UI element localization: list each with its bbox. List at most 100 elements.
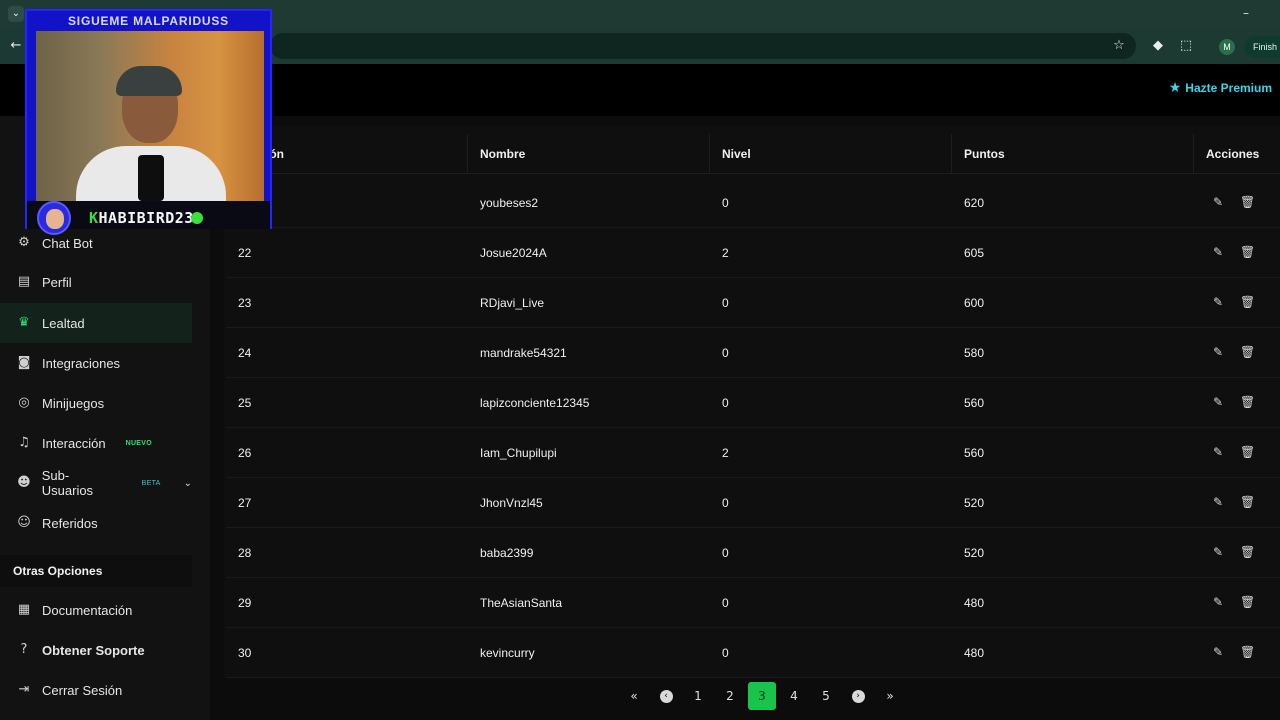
level-cell: 2 (722, 246, 729, 260)
column-divider (1193, 134, 1194, 174)
sidebar-item-label: Documentación (42, 602, 133, 618)
sidebar-item-label: Perfil (42, 274, 72, 290)
sidebar-item-soporte[interactable]: ? Obtener Soporte (0, 630, 192, 670)
minimize-button[interactable]: – (1236, 6, 1256, 22)
logout-icon: ⇥ (18, 682, 30, 697)
edit-pencil-icon[interactable]: ✎ (1211, 445, 1225, 459)
page-button-4[interactable]: 4 (780, 682, 808, 710)
edit-pencil-icon[interactable]: ✎ (1211, 245, 1225, 259)
page-button-2[interactable]: 2 (716, 682, 744, 710)
sidebar-item-label: Chat Bot (42, 235, 93, 251)
users-icon: ☻ (17, 475, 31, 490)
column-header-actions: Acciones (1206, 147, 1260, 161)
page-button-5[interactable]: 5 (812, 682, 840, 710)
address-bar[interactable] (270, 33, 1136, 59)
points-cell: 520 (964, 496, 985, 510)
sidebar-item-cerrar-sesion[interactable]: ⇥ Cerrar Sesión (0, 670, 192, 710)
robot-icon: ⚙ (18, 235, 30, 250)
webcam-video (36, 31, 264, 201)
page-button-3[interactable]: 3 (748, 682, 776, 710)
edit-pencil-icon[interactable]: ✎ (1211, 395, 1225, 409)
sidebar-item-interaccion[interactable]: ♫ Interacción NUEVO (0, 423, 192, 463)
webcam-cap (116, 66, 182, 96)
position-cell: 29 (238, 596, 252, 610)
user-friends-icon: ☺ (17, 515, 31, 530)
column-header-name[interactable]: Nombre (480, 147, 525, 161)
extensions-puzzle-icon[interactable]: ⬚ (1178, 38, 1194, 54)
streamer-name: KHABIBIRD23 (89, 209, 194, 227)
level-cell: 0 (722, 546, 729, 560)
extension-diamond-icon[interactable]: ◆ (1150, 38, 1166, 54)
delete-trash-icon[interactable]: 🗑 (1240, 545, 1255, 559)
name-cell: RDjavi_Live (480, 296, 545, 310)
table-row: 28 baba2399 0 520 ✎ 🗑 (226, 528, 1280, 578)
name-cell: baba2399 (480, 546, 534, 560)
sidebar-item-chat-bot[interactable]: ⚙ Chat Bot (0, 223, 192, 263)
points-cell: 560 (964, 396, 985, 410)
kick-logo-letter: K (89, 209, 99, 227)
level-cell: 0 (722, 646, 729, 660)
sidebar-item-label: Interacción (42, 435, 106, 451)
column-header-level[interactable]: Nivel (722, 147, 751, 161)
delete-trash-icon[interactable]: 🗑 (1240, 345, 1255, 359)
chevron-right-icon: › (851, 689, 865, 703)
chevron-down-icon[interactable]: ⌄ (184, 478, 192, 489)
delete-trash-icon[interactable]: 🗑 (1240, 645, 1255, 659)
edit-pencil-icon[interactable]: ✎ (1211, 295, 1225, 309)
table-row: 30 kevincurry 0 480 ✎ 🗑 (226, 628, 1280, 678)
finish-update-button[interactable]: Finish u (1244, 36, 1280, 58)
sidebar-item-documentacion[interactable]: ▦ Documentación (0, 590, 192, 630)
beta-badge: BETA (141, 479, 161, 487)
premium-label: Hazte Premium (1185, 81, 1272, 95)
delete-trash-icon[interactable]: 🗑 (1240, 445, 1255, 459)
table-row: 24 mandrake54321 0 580 ✎ 🗑 (226, 328, 1280, 378)
prev-page-button[interactable]: ‹ (652, 682, 680, 710)
name-cell: mandrake54321 (480, 346, 567, 360)
streamer-avatar (37, 201, 71, 235)
sidebar-section-heading: Otras Opciones (0, 555, 192, 587)
edit-pencil-icon[interactable]: ✎ (1211, 195, 1225, 209)
next-page-button[interactable]: › (844, 682, 872, 710)
bookmark-star-icon[interactable]: ☆ (1111, 38, 1127, 54)
edit-pencil-icon[interactable]: ✎ (1211, 495, 1225, 509)
delete-trash-icon[interactable]: 🗑 (1240, 195, 1255, 209)
name-cell: kevincurry (480, 646, 535, 660)
delete-trash-icon[interactable]: 🗑 (1240, 395, 1255, 409)
page-button-1[interactable]: 1 (684, 682, 712, 710)
sidebar-item-sub-usuarios[interactable]: ☻ Sub-Usuarios BETA ⌄ (0, 463, 192, 503)
level-cell: 0 (722, 496, 729, 510)
name-cell: Iam_Chupilupi (480, 446, 557, 460)
sidebar-item-perfil[interactable]: ▤ Perfil (0, 262, 192, 302)
level-cell: 2 (722, 446, 729, 460)
edit-pencil-icon[interactable]: ✎ (1211, 545, 1225, 559)
name-cell: lapizconciente12345 (480, 396, 590, 410)
delete-trash-icon[interactable]: 🗑 (1240, 595, 1255, 609)
table-row: 22 Josue2024A 2 605 ✎ 🗑 (226, 228, 1280, 278)
sidebar-item-label: Minijuegos (42, 395, 105, 411)
sidebar-item-referidos[interactable]: ☺ Referidos (0, 503, 192, 543)
first-page-button[interactable]: « (620, 682, 648, 710)
profile-avatar[interactable]: M (1219, 39, 1235, 55)
position-cell: 25 (238, 396, 252, 410)
points-cell: 560 (964, 446, 985, 460)
column-divider (467, 134, 468, 174)
sidebar-item-minijuegos[interactable]: ◎ Minijuegos (0, 383, 192, 423)
edit-pencil-icon[interactable]: ✎ (1211, 645, 1225, 659)
edit-pencil-icon[interactable]: ✎ (1211, 595, 1225, 609)
sidebar-item-integraciones[interactable]: ◙ Integraciones (0, 343, 192, 383)
back-arrow-icon[interactable]: ← (8, 38, 24, 54)
delete-trash-icon[interactable]: 🗑 (1240, 245, 1255, 259)
points-cell: 580 (964, 346, 985, 360)
edit-pencil-icon[interactable]: ✎ (1211, 345, 1225, 359)
premium-link[interactable]: ★ Hazte Premium (1169, 80, 1272, 96)
streamer-name-text: HABIBIRD23 (98, 209, 194, 227)
position-cell: 28 (238, 546, 252, 560)
last-page-button[interactable]: » (876, 682, 904, 710)
tab-search-chevron-icon[interactable]: ⌄ (8, 6, 24, 22)
column-header-points[interactable]: Puntos (964, 147, 1005, 161)
delete-trash-icon[interactable]: 🗑 (1240, 295, 1255, 309)
table-row: 21youbeses20620✎🗑 (226, 178, 1280, 228)
table-header: ión Nombre Nivel Puntos Acciones (226, 134, 1280, 174)
sidebar-item-lealtad[interactable]: ♛ Lealtad (0, 303, 192, 343)
delete-trash-icon[interactable]: 🗑 (1240, 495, 1255, 509)
